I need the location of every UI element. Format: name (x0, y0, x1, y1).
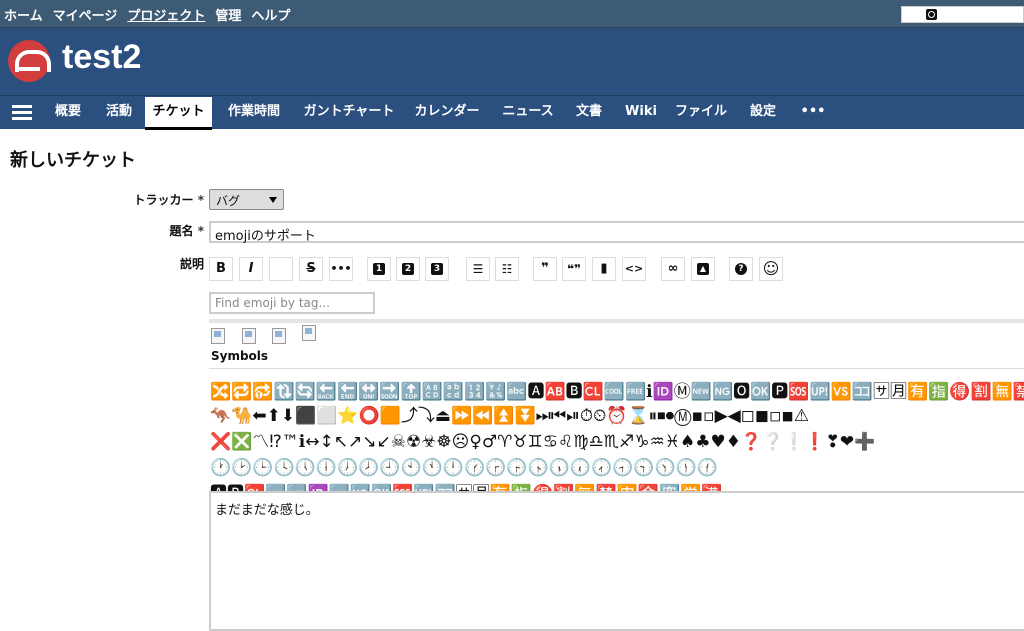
tab-settings[interactable]: 設定 (739, 96, 787, 129)
image-button[interactable]: ▲ (691, 257, 715, 281)
tab-gantt[interactable]: ガントチャート (298, 96, 400, 129)
emoji-row[interactable]: ❌❎〽⁉™ℹ↔↕↖↗↘↙☠☢☣☸☹♀♂♈♉♊♋♌♍♎♏♐♑♒♓♠♣♥♦❓❔❕❗❣… (210, 430, 1024, 454)
project-title: test2 (62, 38, 142, 76)
tab-activity[interactable]: 活動 (95, 96, 143, 129)
heading-3-icon: 3 (431, 263, 443, 275)
unquote-button[interactable]: ❝❞ (562, 257, 586, 281)
strike-button[interactable]: S (299, 257, 323, 281)
divider (209, 319, 1024, 323)
subject-label: 題名 * (14, 222, 204, 239)
tracker-label: トラッカー * (14, 191, 204, 208)
tab-issues[interactable]: チケット (145, 97, 212, 130)
bold-button[interactable]: B (209, 257, 233, 281)
horizontal-rule-icon: ••• (330, 262, 352, 275)
strikethrough-icon: S (306, 261, 316, 276)
h2-button[interactable]: 2 (396, 257, 420, 281)
italic-icon: I (248, 261, 254, 276)
h3-button[interactable]: 3 (425, 257, 449, 281)
subject-input[interactable]: emojiのサポート (209, 221, 1024, 244)
hamburger-menu-icon[interactable] (12, 105, 32, 120)
tab-documents[interactable]: 文書 (566, 96, 612, 129)
code-button[interactable]: <> (622, 257, 646, 281)
top-link-home[interactable]: ホーム (4, 5, 43, 24)
tab-news[interactable]: ニュース (494, 96, 562, 129)
broken-image-icon[interactable] (272, 328, 286, 344)
tab-calendar[interactable]: カレンダー (406, 96, 488, 129)
tracker-label-text: トラッカー (133, 193, 194, 207)
link-button[interactable]: ∞ (661, 257, 685, 281)
ul-button[interactable]: ☰ (466, 257, 490, 281)
tab-time-entries[interactable]: 作業時間 (218, 96, 290, 129)
quote-icon: ❞ (541, 261, 549, 276)
emoji-category-title: Symbols (211, 349, 269, 363)
top-menu: ホーム マイページ プロジェクト 管理 ヘルプ (0, 0, 1024, 28)
help-icon: ? (735, 263, 747, 275)
help-button[interactable]: ? (729, 257, 753, 281)
broken-image-icon[interactable] (211, 328, 225, 344)
smiley-icon: ☺ (762, 259, 780, 278)
page-title: 新しいチケット (10, 150, 136, 171)
emoji-row[interactable]: 🕐🕑🕒🕓🕔🕕🕖🕗🕘🕙🕚🕛🕜🕝🕞🕟🕠🕡🕢🕣🕤🕥🕦🕧 (210, 456, 1024, 480)
quick-search-input[interactable] (901, 6, 1024, 23)
bullet-list-icon: ☰ (472, 262, 484, 276)
code-icon: <> (624, 262, 644, 275)
image-icon: ▲ (697, 263, 709, 275)
numbered-list-icon: ☷ (501, 262, 513, 276)
tab-overview[interactable]: 概要 (44, 96, 92, 129)
h1-button[interactable]: 1 (367, 257, 391, 281)
required-mark: * (197, 224, 204, 238)
divider (209, 368, 1024, 369)
top-link-my-page[interactable]: マイページ (53, 5, 118, 24)
emoji-row[interactable]: 🔀🔁🔂🔃🔄🔙🔚🔛🔜🔝🔠🔡🔢🔣🔤🅰🆎🅱🆑🆒🆓ℹ🆔Ⓜ🆕🆖🅾🆗🅿🆘🆙🆚🈁🈂🈷🈶🈯🉐🈹🈚… (210, 380, 1024, 404)
pre-button[interactable]: ▮ (592, 257, 616, 281)
heading-2-icon: 2 (402, 263, 414, 275)
main-menu: 概要 活動 チケット 作業時間 ガントチャート カレンダー ニュース 文書 Wi… (0, 95, 1024, 130)
search-icon (926, 9, 937, 20)
subject-label-text: 題名 (169, 224, 194, 238)
hr-button[interactable]: ••• (329, 257, 353, 281)
required-mark: * (197, 193, 204, 207)
blank-button[interactable] (269, 257, 293, 281)
broken-image-icon[interactable] (242, 328, 256, 344)
tab-more[interactable]: ••• (793, 96, 833, 129)
redmine-logo-icon (8, 40, 51, 82)
tab-files[interactable]: ファイル (669, 96, 733, 129)
top-link-projects[interactable]: プロジェクト (127, 5, 205, 24)
italic-button[interactable]: I (239, 257, 263, 281)
top-link-admin[interactable]: 管理 (215, 5, 241, 24)
header: test2 (0, 28, 1024, 95)
link-icon: ∞ (667, 261, 679, 276)
heading-1-icon: 1 (373, 263, 385, 275)
chevron-down-icon (269, 197, 277, 203)
bold-icon: B (216, 261, 226, 276)
description-textarea[interactable]: まだまだな感じ。 (209, 491, 1024, 631)
top-menu-links: ホーム マイページ プロジェクト 管理 ヘルプ (4, 5, 290, 24)
tracker-select[interactable]: バグ (209, 189, 284, 210)
emoji-search-input[interactable]: Find emoji by tag... (209, 292, 375, 314)
tab-wiki[interactable]: Wiki (617, 96, 665, 129)
description-label: 説明 (179, 257, 204, 271)
paint-roller-icon: ▮ (600, 261, 608, 276)
tracker-selected-value: バグ (216, 194, 241, 208)
broken-image-icon[interactable] (302, 325, 316, 341)
unquote-icon: ❝❞ (566, 262, 582, 276)
top-link-help[interactable]: ヘルプ (251, 5, 290, 24)
ol-button[interactable]: ☷ (495, 257, 519, 281)
emoji-row[interactable]: 🦘🐪⬅⬆⬇⬛⬜⭐⭕🟧⤴⤵⏏⏩⏪⏫⏬⏭⏮⏯⏱⏲⏰⌛⏸⏹⏺Ⓜ▪▫▶◀◻◼◽◾⚠ (210, 404, 1024, 428)
emoji-button[interactable]: ☺ (759, 257, 783, 281)
quote-button[interactable]: ❞ (533, 257, 557, 281)
